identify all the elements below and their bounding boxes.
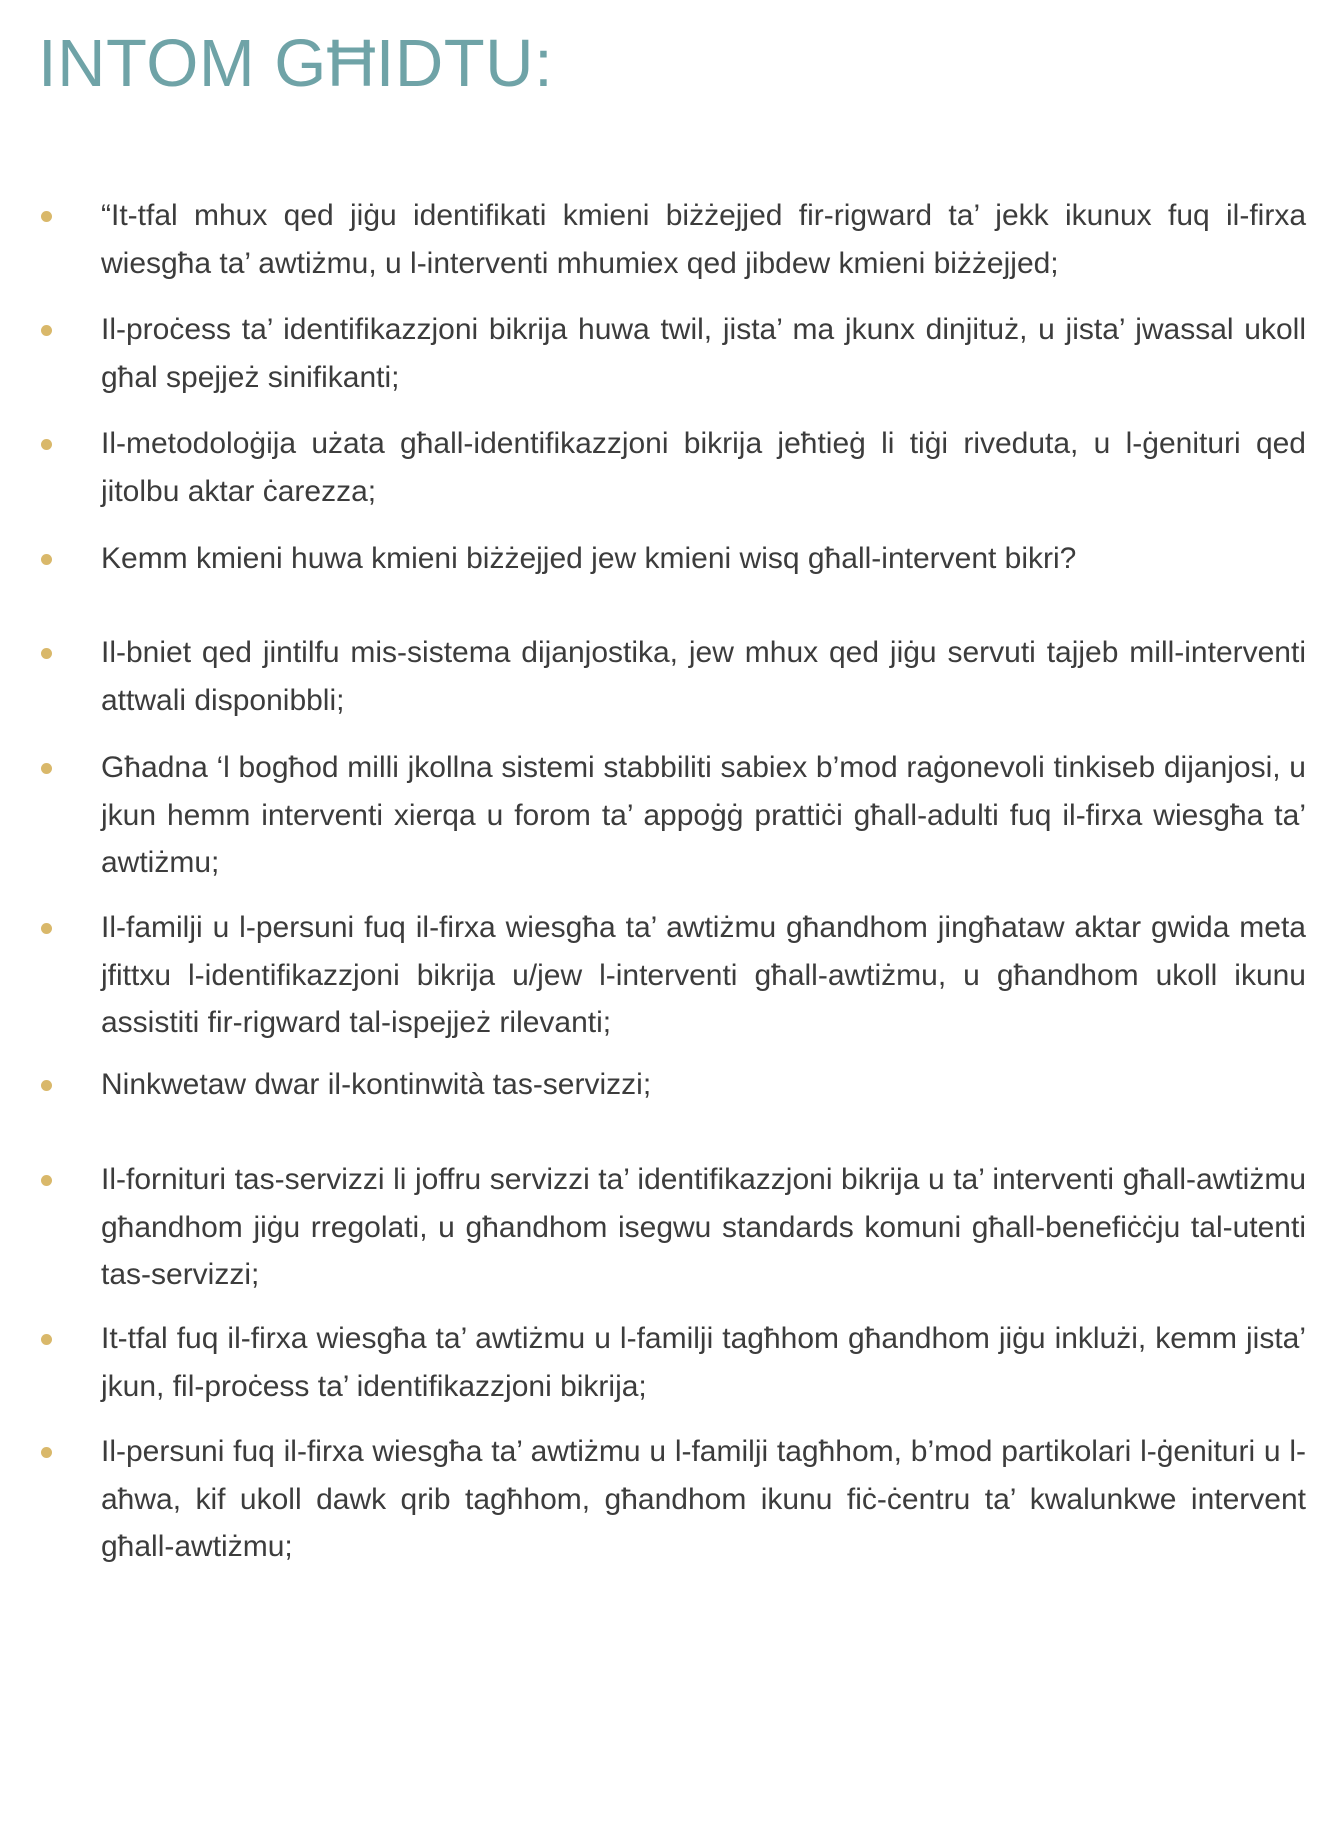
bullet-dot-icon bbox=[41, 763, 52, 774]
bullet-dot-icon bbox=[41, 923, 52, 934]
bullet-text: Il-metodoloġija użata għall-identifikazz… bbox=[101, 427, 1306, 508]
bullet-text: Il-persuni fuq il-firxa wiesgħa ta’ awti… bbox=[101, 1435, 1306, 1563]
page-title: INTOM GĦIDTU: bbox=[38, 26, 554, 101]
bullet-text: Il-proċess ta’ identifikazzjoni bikrija … bbox=[101, 313, 1306, 394]
bullet-text: Ninkwetaw dwar il-kontinwità tas-servizz… bbox=[101, 1068, 652, 1101]
bullet-text: Il-bniet qed jintilfu mis-sistema dijanj… bbox=[101, 636, 1306, 717]
bullet-text: Il-fornituri tas-servizzi li joffru serv… bbox=[101, 1163, 1306, 1291]
bullet-dot-icon bbox=[41, 1447, 52, 1458]
bullet-dot-icon bbox=[41, 1175, 52, 1186]
bullet-text: “It-tfal mhux qed jiġu identifikati kmie… bbox=[101, 199, 1306, 280]
bullet-dot-icon bbox=[41, 211, 52, 222]
bullet-dot-icon bbox=[41, 439, 52, 450]
bullet-dot-icon bbox=[41, 1080, 52, 1091]
bullet-text: Għadna ‘l bogħod milli jkollna sistemi s… bbox=[101, 751, 1306, 879]
document-page: INTOM GĦIDTU: “It-tfal mhux qed jiġu ide… bbox=[0, 0, 1340, 1840]
bullet-text: It-tfal fuq il-firxa wiesgħa ta’ awtiżmu… bbox=[101, 1322, 1306, 1403]
bullet-text: Il-familji u l-persuni fuq il-firxa wies… bbox=[101, 911, 1306, 1039]
bullet-dot-icon bbox=[41, 648, 52, 659]
bullet-text: Kemm kmieni huwa kmieni biżżejjed jew km… bbox=[101, 542, 1077, 575]
bullet-dot-icon bbox=[41, 554, 52, 565]
bullet-dot-icon bbox=[41, 1334, 52, 1345]
bullet-dot-icon bbox=[41, 325, 52, 336]
